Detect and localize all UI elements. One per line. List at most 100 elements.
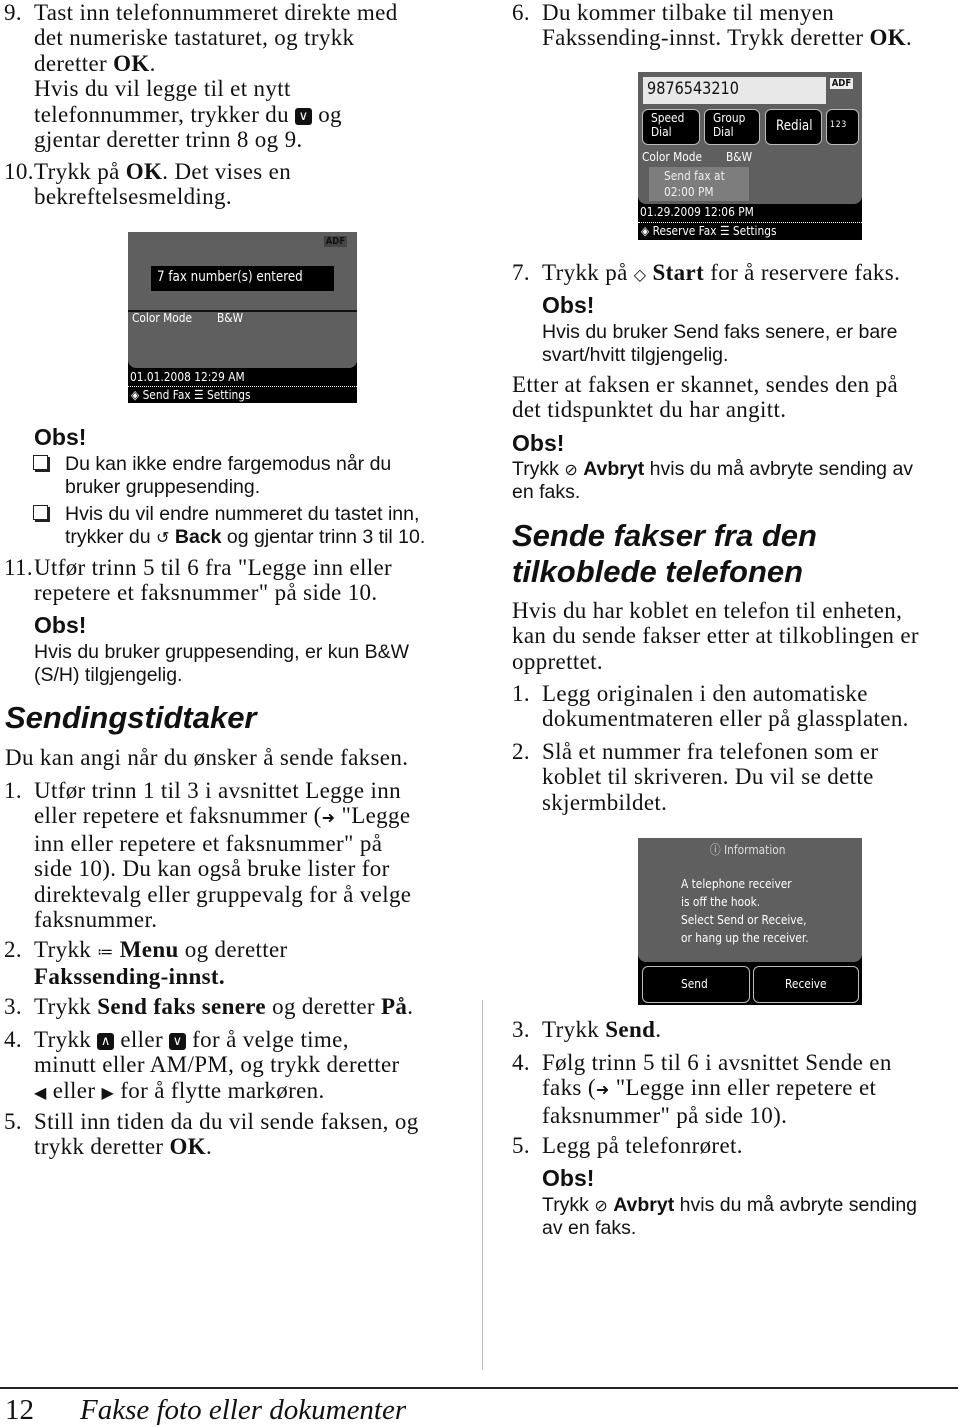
section-heading: Sende fakser fra den tilkoblede telefonen [512, 518, 817, 590]
settings-label: Settings [206, 387, 251, 402]
text-run: Hvis du bruker gruppesending, er kun B&W [34, 641, 410, 663]
text-run: eller [46, 1077, 102, 1103]
fax-number-field[interactable]: 9876543210 [647, 79, 739, 99]
text-run: Hvis du vil endre nummeret du tastet inn… [65, 503, 420, 525]
text-run: (S/H) tilgjengelig. [34, 664, 183, 686]
reserve-fax-label: Reserve Fax [652, 223, 717, 238]
text-run: og deretter [266, 994, 382, 1019]
text-run: "Legge inn eller repetere et [609, 1075, 877, 1101]
text-line: Slå et nummer fra telefonen som er [542, 739, 878, 764]
text-line: gjentar deretter trinn 8 og 9. [34, 127, 398, 152]
bold-term: Avbryt [613, 1194, 675, 1216]
text-line: Trykk ∧ eller ∨ for å velge time, [34, 1027, 400, 1052]
text-run: Trykk [542, 1194, 595, 1216]
text-line: Fakssending-innst. Trykk deretter OK. [542, 25, 912, 50]
text-run: Hvis du vil legge til et nytt [34, 76, 291, 102]
reserve-fax-softkey[interactable]: ◈ Reserve Fax ☰ Settings [641, 223, 776, 238]
adf-indicator: ADF [830, 78, 853, 89]
text-line: Hvis du bruker gruppesending, er kun B&W [34, 641, 409, 664]
text-line: det numeriske tastaturet, og trykk [34, 25, 398, 50]
text-line: Sende fakser fra den [512, 518, 817, 554]
text-line: repetere et faksnummer" på side 10. [34, 580, 392, 605]
receive-button[interactable]: Receive [753, 966, 859, 1003]
note-heading: Obs! [34, 424, 87, 450]
lcd-screen-information: ⓘ Information A telephone receiver is off… [638, 838, 862, 1005]
step-4: 4. Følg trinn 5 til 6 i avsnittet Sende e… [512, 1050, 892, 1128]
redial-button[interactable]: Redial [765, 109, 822, 145]
checkbox-bullet-icon [33, 505, 48, 520]
text-line: (S/H) tilgjengelig. [34, 664, 409, 687]
group-dial-button[interactable]: Group Dial [704, 109, 760, 145]
text-run: bekreftelsesmelding. [34, 184, 232, 210]
bold-term: OK [869, 25, 906, 51]
footer-title: Fakse foto eller dokumenter [80, 1394, 407, 1426]
paragraph: Etter at faksen er skannet, sendes den p… [512, 372, 898, 423]
color-mode-value: B&W [726, 149, 753, 164]
bold-term: Avbryt [583, 458, 645, 480]
bold-term: Start [652, 260, 705, 285]
text-run: Slå et nummer fra telefonen som er [542, 739, 879, 764]
text-line: Tast inn telefonnummeret direkte med [34, 0, 398, 25]
menu-icon: ≔ [97, 942, 114, 962]
stop-icon: ⊘ [564, 460, 578, 480]
text-line: trykker du ↺ Back og gjentar trinn 3 til… [65, 526, 425, 549]
color-mode-label: Color Mode [642, 149, 703, 164]
text-line: Trykk på OK. Det vises en [34, 159, 291, 184]
lcd-screen-fax-send: 9876543210 ADF Speed Dial Group Dial Redia… [638, 72, 862, 240]
settings-icon: ☰ [194, 387, 204, 402]
bold-term: OK [125, 159, 163, 184]
text-line: side 10). Du kan også bruke lister for [34, 856, 411, 881]
text-line: det tidspunktet du har angitt. [512, 397, 898, 422]
section-heading: Sendingstidtaker [5, 700, 257, 735]
text-line: direktevalg eller gruppevalg for å velge [34, 882, 411, 907]
text-line: faksnummer. [34, 907, 411, 932]
back-icon: ↺ [156, 528, 170, 548]
text-line: koblet til skriveren. Du vil se dette [542, 764, 878, 789]
text-line: Hvis du bruker Send faks senere, er bare [542, 321, 898, 344]
step-6: 6. Du kommer tilbake til menyen Fakssendin… [512, 0, 912, 51]
text-run: for å velge time, [186, 1027, 349, 1052]
up-button-icon: ∧ [97, 1033, 115, 1051]
step-number: 11. [4, 555, 33, 580]
step-10: 10. Trykk på OK. Det vises en bekreftelses… [4, 159, 291, 210]
text-line: Fakssending-innst. [34, 964, 288, 989]
text-line: Følg trinn 5 til 6 i avsnittet Sende en [542, 1050, 892, 1075]
step-number: 3. [4, 994, 22, 1019]
text-line: deretter OK. [34, 51, 398, 76]
text-run: . [407, 994, 414, 1019]
text-line: Trykk Send faks senere og deretter På. [34, 994, 413, 1019]
bold-term: OK [113, 50, 150, 76]
step-number: 9. [4, 0, 22, 25]
step-number: 5. [4, 1109, 22, 1134]
text-run: og deretter [178, 937, 288, 962]
text-run: det numeriske tastaturet, og trykk [34, 25, 355, 51]
send-fax-softkey[interactable]: ◈ Send Fax ☰ Settings [131, 387, 251, 402]
lcd-screen-group-fax: ADF 7 fax number(s) entered Color Mode B… [128, 232, 357, 403]
color-mode-value: B&W [217, 310, 244, 325]
text-run: tilkoblede telefonen [512, 554, 804, 589]
step-number: 6. [512, 0, 530, 25]
text-line: faksnummer" på side 10). [542, 1103, 892, 1128]
note-bullet: Du kan ikke endre fargemodus når du bruke… [33, 453, 391, 499]
note-text: Trykk ⊘ Avbryt hvis du må avbryte sendin… [542, 1194, 917, 1240]
text-run: . Det vises en [162, 159, 292, 184]
text-line: Du kommer tilbake til menyen [542, 0, 912, 25]
send-button[interactable]: Send [642, 966, 750, 1003]
text-run: og [312, 101, 342, 127]
keypad-button[interactable]: 123 [826, 109, 859, 145]
adf-indicator: ADF [324, 236, 347, 247]
text-run: minutt eller AM/PM, og trykk deretter [34, 1052, 400, 1078]
send-time-box[interactable]: Send fax at 02:00 PM [649, 167, 749, 201]
text-run: bruker gruppesending. [65, 476, 261, 498]
step-number: 2. [4, 937, 22, 962]
text-line: Utfør trinn 5 til 6 fra "Legge inn eller [34, 555, 392, 580]
text-run: Hvis du har koblet en telefon til enhete… [512, 598, 903, 623]
text-line: minutt eller AM/PM, og trykk deretter [34, 1052, 400, 1077]
text-run: faks ( [542, 1075, 596, 1101]
down-button-icon: ∨ [295, 107, 313, 125]
step-number: 3. [512, 1017, 530, 1042]
text-line: telefonnummer, trykker du ∨ og [34, 102, 398, 127]
step-3: 3. Trykk Send. [512, 1017, 661, 1042]
speed-dial-button[interactable]: Speed Dial [642, 109, 700, 145]
text-run: inn eller repetere et faksnummer" på [34, 830, 383, 856]
